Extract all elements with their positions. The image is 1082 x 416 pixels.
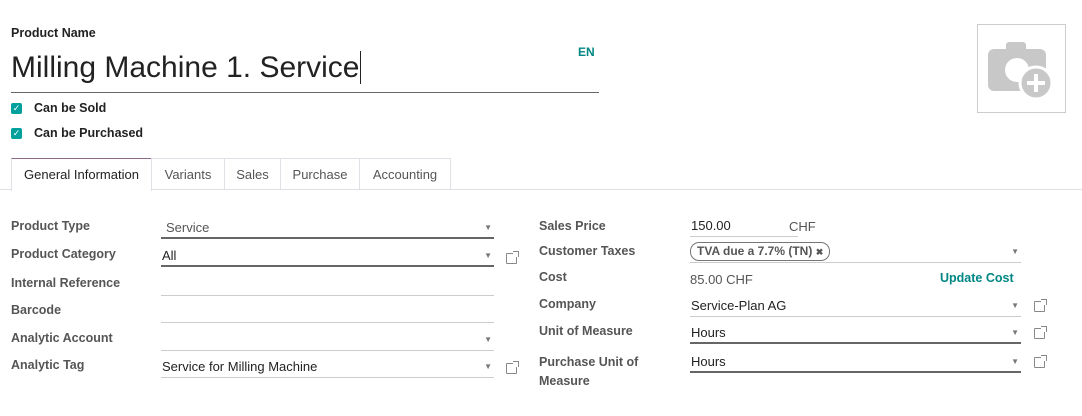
caret-down-icon: ▼ — [484, 223, 492, 232]
product-category-select[interactable]: All ▼ — [161, 245, 494, 267]
analytic-tag-value: Service for Milling Machine — [162, 359, 318, 374]
customer-taxes-select[interactable]: TVA due a 7.7% (TN) ✖ ▼ — [690, 241, 1021, 263]
purchase-unit-of-measure-label: Purchase Unit of Measure — [539, 355, 639, 388]
external-link-icon[interactable] — [506, 361, 519, 374]
tab-purchase[interactable]: Purchase — [280, 158, 360, 189]
external-link-icon[interactable] — [1034, 326, 1047, 339]
sales-price-label: Sales Price — [539, 219, 606, 233]
analytic-account-select[interactable]: ▼ — [161, 329, 494, 351]
analytic-account-value — [161, 332, 162, 347]
can-be-sold-label: Can be Sold — [34, 101, 107, 115]
remove-tag-icon[interactable]: ✖ — [816, 247, 824, 257]
unit-of-measure-select[interactable]: Hours ▼ — [690, 322, 1021, 344]
caret-down-icon: ▼ — [1011, 247, 1019, 256]
analytic-tag-label: Analytic Tag — [11, 358, 85, 372]
caret-down-icon: ▼ — [1011, 328, 1019, 337]
tab-general-information[interactable]: General Information — [11, 158, 152, 191]
product-name-label: Product Name — [11, 26, 96, 40]
product-image-upload[interactable] — [977, 24, 1066, 113]
product-name-value: Milling Machine 1. Service — [11, 51, 362, 84]
internal-reference-label: Internal Reference — [11, 276, 121, 290]
tax-tag: TVA due a 7.7% (TN) ✖ — [690, 242, 831, 261]
purchase-unit-of-measure-select[interactable]: Hours ▼ — [690, 351, 1021, 373]
tab-variants[interactable]: Variants — [151, 158, 225, 189]
can-be-purchased-label: Can be Purchased — [34, 126, 144, 140]
analytic-tag-select[interactable]: Service for Milling Machine ▼ — [161, 356, 494, 378]
tabs-divider — [0, 189, 1082, 190]
tab-accounting[interactable]: Accounting — [359, 158, 451, 189]
product-name-input[interactable]: Milling Machine 1. Service — [11, 48, 599, 93]
barcode-input[interactable] — [161, 301, 494, 323]
external-link-icon[interactable] — [506, 251, 519, 264]
tax-tag-label: TVA due a 7.7% (TN) — [697, 244, 813, 258]
customer-taxes-label: Customer Taxes — [539, 244, 636, 258]
caret-down-icon: ▼ — [1011, 357, 1019, 366]
company-label: Company — [539, 297, 596, 311]
unit-of-measure-value: Hours — [691, 325, 726, 340]
can-be-purchased-checkbox[interactable]: ✓ — [11, 128, 22, 139]
cost-value: 85.00 CHF — [690, 272, 753, 287]
product-type-label: Product Type — [11, 219, 90, 233]
sales-price-currency: CHF — [789, 219, 816, 234]
product-category-label: Product Category — [11, 247, 116, 261]
product-type-value: Service — [166, 220, 210, 235]
barcode-label: Barcode — [11, 303, 62, 317]
product-type-select[interactable]: Service ▼ — [161, 217, 494, 239]
company-value: Service-Plan AG — [691, 298, 787, 313]
caret-down-icon: ▼ — [484, 362, 492, 371]
purchase-unit-of-measure-value: Hours — [691, 354, 726, 369]
caret-down-icon: ▼ — [1011, 301, 1019, 310]
sales-price-input[interactable]: 150.00 — [690, 215, 798, 237]
external-link-icon[interactable] — [1034, 355, 1047, 368]
sales-price-value: 150.00 — [691, 218, 731, 233]
update-cost-button[interactable]: Update Cost — [940, 271, 1014, 285]
internal-reference-input[interactable] — [161, 274, 494, 296]
tab-sales[interactable]: Sales — [224, 158, 281, 189]
can-be-sold-checkbox[interactable]: ✓ — [11, 103, 22, 114]
camera-plus-icon — [988, 42, 1054, 101]
cost-label: Cost — [539, 270, 567, 284]
caret-down-icon: ▼ — [484, 335, 492, 344]
language-button[interactable]: EN — [578, 45, 595, 59]
caret-down-icon: ▼ — [484, 251, 492, 260]
product-category-value: All — [162, 248, 177, 263]
external-link-icon[interactable] — [1034, 299, 1047, 312]
analytic-account-label: Analytic Account — [11, 331, 113, 345]
company-select[interactable]: Service-Plan AG ▼ — [690, 295, 1021, 317]
unit-of-measure-label: Unit of Measure — [539, 324, 633, 338]
